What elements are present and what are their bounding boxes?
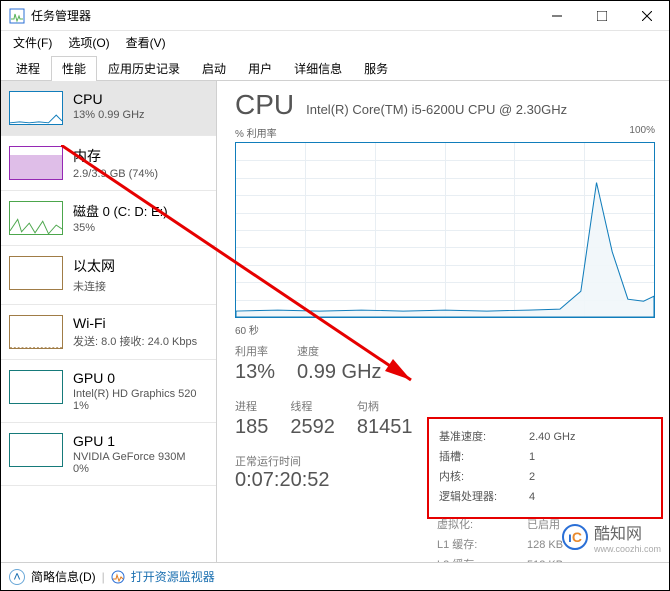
sidebar-gpu0-sub2: 1% — [73, 400, 208, 412]
tab-bar: 进程 性能 应用历史记录 启动 用户 详细信息 服务 — [1, 55, 669, 81]
l1-k: L1 缓存: — [437, 535, 527, 555]
handle-value: 81451 — [357, 416, 413, 439]
sidebar-gpu0-sub1: Intel(R) HD Graphics 520 — [73, 388, 208, 400]
logical-v: 4 — [529, 487, 651, 507]
watermark-url: www.coozhi.com — [594, 544, 661, 554]
disk-thumb — [9, 201, 63, 235]
sidebar-wifi-sub: 发送: 8.0 接收: 24.0 Kbps — [73, 333, 208, 349]
sidebar-cpu-sub: 13% 0.99 GHz — [73, 109, 208, 121]
window-title: 任务管理器 — [31, 7, 91, 24]
sidebar-cpu-name: CPU — [73, 91, 208, 107]
sidebar-item-ethernet[interactable]: 以太网 未连接 — [1, 246, 216, 305]
sidebar-gpu1-sub1: NVIDIA GeForce 930M — [73, 451, 208, 463]
titlebar: 任务管理器 — [1, 1, 669, 31]
sidebar-disk-name: 磁盘 0 (C: D: E:) — [73, 201, 208, 220]
chart-legend-right: 100% — [629, 125, 655, 140]
l2-k: L2 缓存: — [437, 555, 527, 562]
main-panel: CPU Intel(R) Core(TM) i5-6200U CPU @ 2.3… — [217, 81, 669, 562]
sidebar-disk-sub: 35% — [73, 222, 208, 234]
cpu-heading: CPU — [235, 89, 294, 121]
sidebar-wifi-name: Wi-Fi — [73, 315, 208, 331]
tab-processes[interactable]: 进程 — [5, 56, 51, 81]
sidebar: CPU 13% 0.99 GHz 内存 2.9/3.9 GB (74%) — [1, 81, 217, 562]
sidebar-memory-name: 内存 — [73, 146, 208, 166]
util-label: 利用率 — [235, 343, 275, 359]
watermark: ıC 酷知网 www.coozhi.com — [562, 520, 661, 554]
sidebar-ethernet-name: 以太网 — [73, 256, 208, 276]
menu-file[interactable]: 文件(F) — [5, 32, 60, 53]
fewer-details-link[interactable]: 简略信息(D) — [31, 568, 96, 585]
tab-details[interactable]: 详细信息 — [283, 56, 353, 81]
tab-startup[interactable]: 启动 — [191, 56, 237, 81]
menubar: 文件(F) 选项(O) 查看(V) — [1, 31, 669, 53]
thread-label: 线程 — [290, 398, 335, 414]
tab-app-history[interactable]: 应用历史记录 — [97, 56, 191, 81]
cpu-spec-box: 基准速度:2.40 GHz 插槽:1 内核:2 逻辑处理器:4 — [427, 417, 663, 519]
uptime-value: 0:07:20:52 — [235, 469, 413, 492]
chart-legend-left: % 利用率 — [235, 125, 277, 140]
menu-options[interactable]: 选项(O) — [60, 32, 117, 53]
l2-v: 512 KB — [527, 555, 653, 562]
sidebar-memory-sub: 2.9/3.9 GB (74%) — [73, 168, 208, 180]
tab-users[interactable]: 用户 — [237, 56, 283, 81]
cpu-thumb — [9, 91, 63, 125]
sidebar-ethernet-sub: 未连接 — [73, 278, 208, 294]
wifi-thumb — [9, 315, 63, 349]
logical-k: 逻辑处理器: — [439, 487, 529, 507]
proc-value: 185 — [235, 416, 268, 439]
chevron-up-icon[interactable]: ˄ — [9, 569, 25, 585]
menu-view[interactable]: 查看(V) — [118, 32, 174, 53]
watermark-brand: 酷知网 — [594, 520, 661, 544]
ethernet-thumb — [9, 256, 63, 290]
body: CPU 13% 0.99 GHz 内存 2.9/3.9 GB (74%) — [1, 81, 669, 562]
sidebar-gpu1-name: GPU 1 — [73, 433, 208, 449]
sidebar-item-gpu0[interactable]: GPU 0 Intel(R) HD Graphics 520 1% — [1, 360, 216, 423]
sockets-v: 1 — [529, 447, 651, 467]
gpu1-thumb — [9, 433, 63, 467]
thread-value: 2592 — [290, 416, 335, 439]
uptime-label: 正常运行时间 — [235, 453, 413, 469]
watermark-logo-icon: ıC — [562, 524, 588, 550]
speed-label: 速度 — [297, 343, 381, 359]
open-resource-monitor-link[interactable]: 打开资源监视器 — [131, 568, 215, 585]
tab-services[interactable]: 服务 — [353, 56, 399, 81]
sidebar-item-wifi[interactable]: Wi-Fi 发送: 8.0 接收: 24.0 Kbps — [1, 305, 216, 360]
tab-performance[interactable]: 性能 — [51, 56, 97, 81]
maximize-button[interactable] — [579, 1, 624, 31]
task-manager-icon — [9, 8, 25, 24]
util-value: 13% — [235, 361, 275, 384]
base-speed-v: 2.40 GHz — [529, 427, 651, 447]
sidebar-item-cpu[interactable]: CPU 13% 0.99 GHz — [1, 81, 216, 136]
minimize-button[interactable] — [534, 1, 579, 31]
speed-value: 0.99 GHz — [297, 361, 381, 384]
sockets-k: 插槽: — [439, 447, 529, 467]
cpu-utilization-chart[interactable] — [235, 142, 655, 318]
cpu-chart-line — [236, 143, 654, 317]
memory-thumb — [9, 146, 63, 180]
cores-v: 2 — [529, 467, 651, 487]
sidebar-item-gpu1[interactable]: GPU 1 NVIDIA GeForce 930M 0% — [1, 423, 216, 486]
virt-k: 虚拟化: — [437, 515, 527, 535]
cpu-model: Intel(R) Core(TM) i5-6200U CPU @ 2.30GHz — [306, 102, 567, 117]
sidebar-item-memory[interactable]: 内存 2.9/3.9 GB (74%) — [1, 136, 216, 191]
resource-monitor-icon — [111, 570, 125, 584]
sidebar-gpu0-name: GPU 0 — [73, 370, 208, 386]
close-button[interactable] — [624, 1, 669, 31]
handle-label: 句柄 — [357, 398, 413, 414]
chart-time-axis: 60 秒 — [235, 322, 655, 337]
cores-k: 内核: — [439, 467, 529, 487]
gpu0-thumb — [9, 370, 63, 404]
proc-label: 进程 — [235, 398, 268, 414]
sidebar-item-disk[interactable]: 磁盘 0 (C: D: E:) 35% — [1, 191, 216, 246]
status-bar: ˄ 简略信息(D) | 打开资源监视器 — [1, 562, 669, 590]
sidebar-gpu1-sub2: 0% — [73, 463, 208, 475]
base-speed-k: 基准速度: — [439, 427, 529, 447]
